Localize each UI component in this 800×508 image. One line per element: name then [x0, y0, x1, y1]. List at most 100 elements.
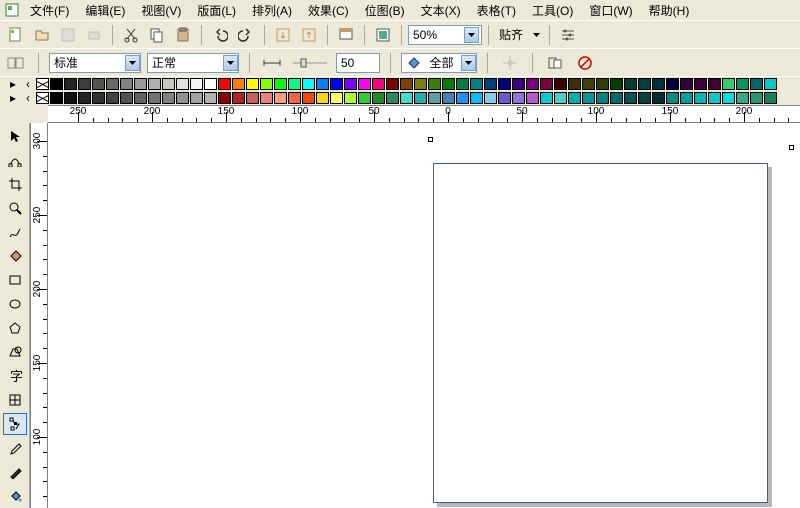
color-swatch[interactable] [428, 92, 441, 104]
handle[interactable] [428, 137, 433, 142]
color-swatch[interactable] [316, 92, 329, 104]
color-swatch[interactable] [218, 92, 231, 104]
color-swatch[interactable] [50, 92, 63, 104]
scope-select[interactable]: 全部 [401, 53, 477, 73]
crop-tool[interactable] [3, 173, 27, 195]
color-swatch[interactable] [330, 92, 343, 104]
color-swatch[interactable] [176, 78, 189, 90]
color-swatch[interactable] [106, 92, 119, 104]
color-swatch[interactable] [344, 78, 357, 90]
print-button[interactable] [82, 23, 106, 47]
color-swatch[interactable] [666, 78, 679, 90]
import-button[interactable] [271, 23, 295, 47]
menu-edit[interactable]: 编辑(E) [79, 0, 131, 21]
color-swatch[interactable] [148, 92, 161, 104]
color-swatch[interactable] [610, 78, 623, 90]
color-swatch[interactable] [540, 78, 553, 90]
center-button[interactable] [498, 51, 522, 75]
undo-button[interactable] [208, 23, 232, 47]
color-swatch[interactable] [680, 78, 693, 90]
save-button[interactable] [56, 23, 80, 47]
color-swatch[interactable] [190, 92, 203, 104]
interactive-tool[interactable] [3, 413, 27, 435]
color-swatch[interactable] [358, 78, 371, 90]
zoom-tool[interactable] [3, 197, 27, 219]
copy-button[interactable] [145, 23, 169, 47]
color-swatch[interactable] [750, 78, 763, 90]
smart-fill-tool[interactable] [3, 245, 27, 267]
shape-tool[interactable] [3, 149, 27, 171]
color-swatch[interactable] [456, 78, 469, 90]
color-swatch[interactable] [610, 92, 623, 104]
menu-tools[interactable]: 工具(O) [526, 0, 579, 21]
snap-dropdown[interactable] [529, 23, 543, 47]
color-swatch[interactable] [624, 78, 637, 90]
color-swatch[interactable] [554, 92, 567, 104]
color-swatch[interactable] [568, 78, 581, 90]
color-swatch[interactable] [414, 78, 427, 90]
stroke-style-select[interactable]: 标准 [49, 53, 141, 73]
color-swatch[interactable] [246, 78, 259, 90]
color-swatch[interactable] [344, 92, 357, 104]
color-swatch[interactable] [596, 92, 609, 104]
color-swatch[interactable] [372, 92, 385, 104]
value-input[interactable]: 50 [336, 53, 380, 73]
color-swatch[interactable] [246, 92, 259, 104]
color-swatch[interactable] [162, 92, 175, 104]
color-swatch[interactable] [330, 78, 343, 90]
color-swatch[interactable] [288, 78, 301, 90]
color-swatch[interactable] [764, 92, 777, 104]
color-swatch[interactable] [386, 92, 399, 104]
basic-shapes-tool[interactable] [3, 341, 27, 363]
menu-text[interactable]: 文本(X) [415, 0, 467, 21]
color-swatch[interactable] [162, 78, 175, 90]
color-swatch[interactable] [512, 78, 525, 90]
color-swatch[interactable] [78, 92, 91, 104]
color-swatch[interactable] [526, 78, 539, 90]
color-swatch[interactable] [694, 92, 707, 104]
color-swatch[interactable] [736, 78, 749, 90]
color-swatch[interactable] [316, 78, 329, 90]
color-swatch[interactable] [134, 92, 147, 104]
polygon-tool[interactable] [3, 317, 27, 339]
color-swatch[interactable] [708, 92, 721, 104]
color-swatch[interactable] [554, 78, 567, 90]
welcome-button[interactable] [371, 23, 395, 47]
no-outline-button[interactable] [573, 51, 597, 75]
color-swatch[interactable] [204, 78, 217, 90]
color-swatch[interactable] [582, 78, 595, 90]
eyedropper-tool[interactable] [3, 437, 27, 459]
menu-file[interactable]: 文件(F) [24, 0, 75, 21]
color-swatch[interactable] [750, 92, 763, 104]
app-launcher-button[interactable] [334, 23, 358, 47]
options-button[interactable] [556, 23, 580, 47]
dimension-tool-icon[interactable] [260, 51, 284, 75]
palette-play-icon[interactable]: ▸ [6, 92, 20, 104]
color-swatch[interactable] [428, 78, 441, 90]
snap-label[interactable]: 贴齐 [495, 26, 527, 43]
no-fill-swatch[interactable] [36, 92, 49, 104]
color-swatch[interactable] [582, 92, 595, 104]
color-swatch[interactable] [694, 78, 707, 90]
menu-view[interactable]: 视图(V) [135, 0, 187, 21]
menu-layout[interactable]: 版面(L) [191, 0, 242, 21]
canvas[interactable] [48, 123, 800, 508]
color-swatch[interactable] [260, 92, 273, 104]
color-swatch[interactable] [204, 92, 217, 104]
color-swatch[interactable] [106, 78, 119, 90]
page[interactable] [433, 163, 768, 503]
color-swatch[interactable] [232, 92, 245, 104]
color-swatch[interactable] [120, 92, 133, 104]
color-swatch[interactable] [736, 92, 749, 104]
color-swatch[interactable] [358, 92, 371, 104]
color-swatch[interactable] [176, 92, 189, 104]
menu-window[interactable]: 窗口(W) [583, 0, 638, 21]
slider-icon[interactable] [290, 51, 330, 75]
color-swatch[interactable] [498, 92, 511, 104]
color-swatch[interactable] [232, 78, 245, 90]
pick-tool[interactable] [3, 125, 27, 147]
color-swatch[interactable] [652, 78, 665, 90]
color-swatch[interactable] [638, 78, 651, 90]
open-button[interactable] [30, 23, 54, 47]
color-swatch[interactable] [218, 78, 231, 90]
